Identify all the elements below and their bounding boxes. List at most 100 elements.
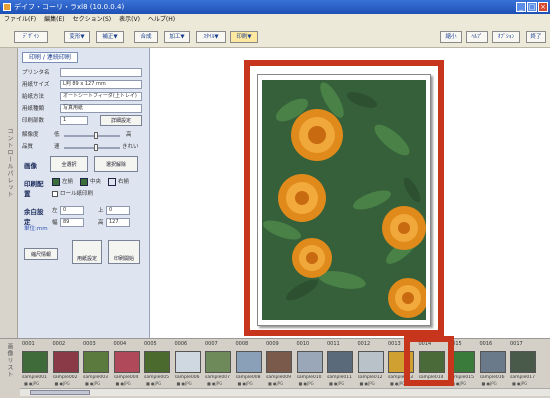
scrollbar-thumb[interactable]: [30, 390, 90, 395]
thumbnail-image[interactable]: [83, 351, 109, 373]
thumbnail-number: 0013: [388, 341, 401, 347]
thumbnail-image[interactable]: [327, 351, 353, 373]
thumbnail-type-badge: ■ ●JPG: [329, 381, 345, 386]
control-palette-label: コントロールパレット: [6, 128, 13, 198]
tool-design-button[interactable]: ﾃﾞｻﾞｲﾝ: [14, 31, 48, 43]
detail-settings-button[interactable]: 詳細設定: [100, 115, 142, 126]
thumbnail-image[interactable]: [296, 351, 323, 373]
tool-correct-button[interactable]: 補正▼: [96, 31, 124, 43]
tool-minimize-button[interactable]: 縮小: [440, 31, 462, 43]
resolution-high-label: 高: [126, 132, 132, 138]
thumbnail-image[interactable]: [235, 351, 262, 373]
thumbnail-image[interactable]: [479, 351, 506, 373]
quality-label: 品質: [22, 144, 34, 150]
quality-slider-knob[interactable]: [94, 144, 98, 151]
resolution-slider-knob[interactable]: [94, 132, 98, 139]
tool-process-button[interactable]: 加工▼: [164, 31, 190, 43]
thumbnail-image[interactable]: [144, 351, 170, 373]
menu-file[interactable]: ファイル(F): [4, 14, 36, 26]
menu-help[interactable]: ヘルプ(H): [148, 14, 175, 26]
paper-type-select[interactable]: 写真用紙: [60, 104, 142, 113]
thumbnail-filename: sample010: [296, 375, 322, 380]
thumbnail-number: 0017: [510, 341, 523, 347]
tool-help-button[interactable]: ﾍﾙﾌﾟ: [466, 31, 488, 43]
roll-paper-label: ロール紙印刷: [60, 191, 94, 197]
thumbnail-filename: sample007: [205, 375, 230, 380]
image-section-label: 画像: [24, 162, 37, 170]
thumbnail-scrollbar[interactable]: [20, 388, 550, 396]
thumbnail-filename: sample011: [327, 375, 352, 380]
thumbnail-number: 0012: [357, 341, 371, 347]
copies-input[interactable]: 1: [60, 116, 88, 125]
resolution-slider[interactable]: [64, 132, 120, 139]
select-all-button[interactable]: 全選択: [50, 156, 88, 172]
printer-name-select[interactable]: [60, 68, 142, 77]
align-center-label[interactable]: 中央: [90, 177, 101, 187]
tool-composite-button[interactable]: 合成: [134, 31, 158, 43]
thumbnail-image[interactable]: [174, 351, 201, 373]
paper-settings-button[interactable]: 用紙設定: [72, 240, 102, 264]
scale-info-button[interactable]: 縮尺情報: [24, 248, 58, 260]
thumbnail-image[interactable]: [205, 351, 231, 373]
print-start-button[interactable]: 印刷開始: [108, 240, 140, 264]
print-panel: 印刷 / 連続印刷 プリンタ名 用紙サイズ L判 89 x 127 mm 給紙方…: [18, 48, 150, 338]
minimize-button[interactable]: _: [516, 2, 526, 12]
maximize-button[interactable]: □: [527, 2, 537, 12]
align-right-icon[interactable]: [108, 178, 116, 186]
margin-left-input[interactable]: 0: [60, 206, 84, 215]
thumbnail-image[interactable]: [357, 351, 384, 373]
paper-settings-label: 用紙設定: [76, 256, 97, 262]
tool-print-button[interactable]: 印刷▼: [230, 31, 258, 43]
roll-paper-checkbox[interactable]: [52, 191, 58, 197]
control-palette-strip: コントロールパレット: [0, 48, 18, 338]
tool-transform-button[interactable]: 変形▼: [64, 31, 90, 43]
thumbnail-filename: sample003: [83, 375, 108, 380]
image-list-label: 画像リスト: [6, 343, 13, 378]
close-button[interactable]: ×: [538, 2, 548, 12]
thumbnail-type-badge: ■ ●JPG: [268, 381, 284, 386]
thumbnail-filename: sample009: [266, 375, 291, 380]
resolution-low-label: 低: [54, 132, 60, 138]
align-right-label[interactable]: 右揃: [118, 177, 129, 187]
thumbnail-type-badge: ■ ●JPG: [54, 381, 70, 386]
align-left-icon[interactable]: [52, 178, 60, 186]
thumbnail-filename: sample005: [144, 375, 169, 380]
deselect-button[interactable]: 選択解除: [94, 156, 138, 172]
margin-width-input[interactable]: 89: [60, 218, 84, 227]
tool-options-button[interactable]: ｵﾌﾟｼｮﾝ: [492, 31, 520, 43]
align-left-label[interactable]: 左揃: [62, 177, 73, 187]
thumbnail-number: 0004: [113, 341, 127, 347]
thumbnail-number: 0007: [205, 341, 218, 347]
margin-width-label: 幅: [52, 220, 58, 226]
thumbnail-image[interactable]: [510, 351, 536, 373]
thumbnail-number: 0001: [22, 341, 35, 347]
quality-slider[interactable]: [64, 144, 120, 151]
quality-low-label: 速: [54, 144, 60, 150]
thumbnail-number: 0006: [174, 341, 188, 347]
panel-tab-print[interactable]: 印刷 / 連続印刷: [22, 52, 78, 63]
paper-size-label: 用紙サイズ: [22, 82, 50, 88]
margin-top-input[interactable]: 0: [106, 206, 130, 215]
thumbnail-filename: sample008: [235, 375, 261, 380]
paper-size-select[interactable]: L判 89 x 127 mm: [60, 80, 142, 89]
thumbnail-image[interactable]: [266, 351, 292, 373]
menu-section[interactable]: セクション(S): [73, 14, 112, 26]
menu-view[interactable]: 表示(V): [119, 14, 140, 26]
selected-thumbnail-highlight: [404, 336, 454, 386]
feed-method-select[interactable]: オートシートフィーダ(上トレイ): [60, 92, 142, 101]
thumbnail-type-badge: ■ ●JPG: [237, 381, 253, 386]
thumbnail-image[interactable]: [113, 351, 140, 373]
thumbnail-type-badge: ■ ●JPG: [298, 381, 314, 386]
menu-edit[interactable]: 編集(E): [44, 14, 64, 26]
align-center-icon[interactable]: [80, 178, 88, 186]
feed-method-label: 給紙方法: [22, 94, 45, 100]
tool-exit-button[interactable]: 終了: [526, 31, 546, 43]
tool-style-button[interactable]: ｽﾀｲﾙ▼: [196, 31, 226, 43]
margin-height-input[interactable]: 127: [106, 218, 130, 227]
thumbnail-image[interactable]: [52, 351, 79, 373]
thumbnail-type-badge: ■ ●JPG: [359, 381, 375, 386]
thumbnail-type-badge: ■ ●JPG: [85, 381, 101, 386]
thumbnail-filename: sample001: [22, 375, 47, 380]
thumbnail-number: 0016: [479, 341, 493, 347]
thumbnail-image[interactable]: [22, 351, 48, 373]
